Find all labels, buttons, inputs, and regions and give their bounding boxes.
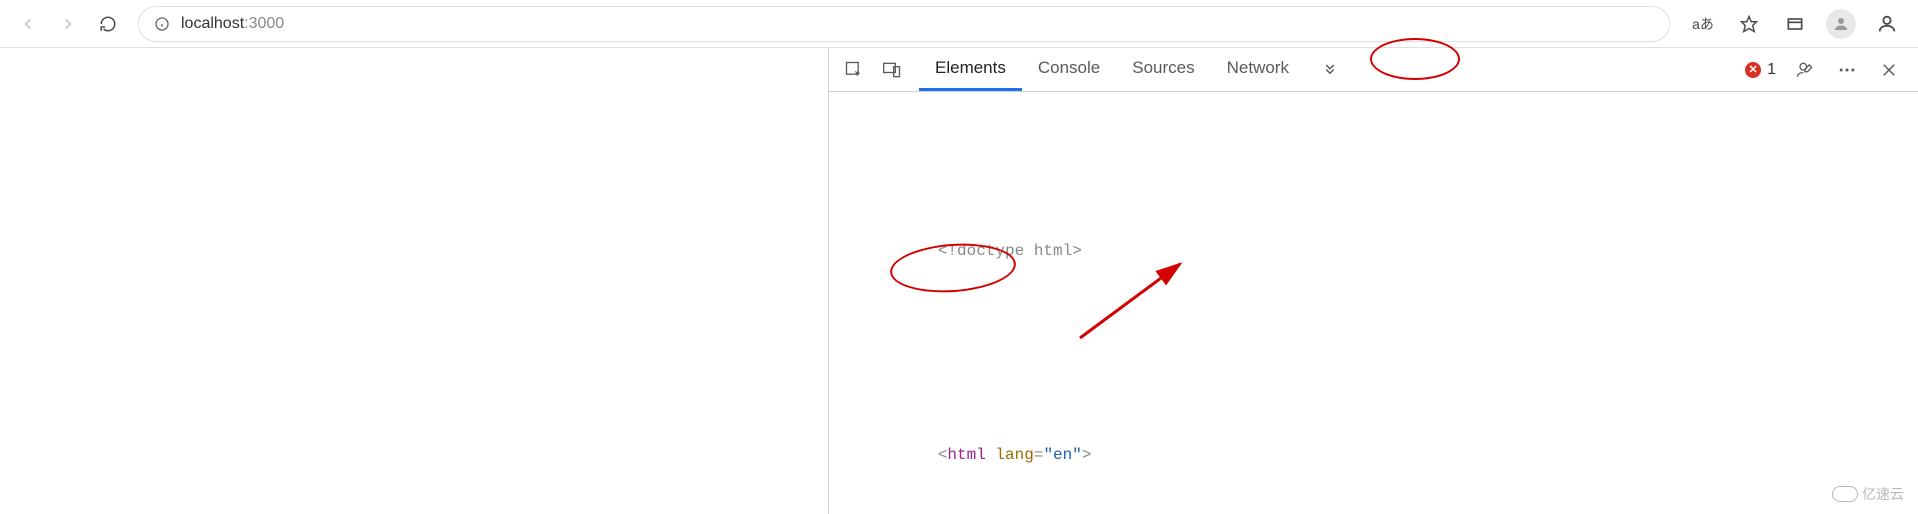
address-bar[interactable]: localhost:3000 (138, 6, 1670, 42)
forward-button[interactable] (48, 4, 88, 44)
profile-button[interactable] (1818, 4, 1864, 44)
address-text: localhost:3000 (181, 15, 284, 33)
inspect-element-icon[interactable] (835, 51, 873, 89)
watermark-text: 亿速云 (1862, 484, 1904, 504)
browser-toolbar: localhost:3000 aあ (0, 0, 1918, 48)
dom-doctype[interactable]: <!doctype html> (833, 200, 1918, 302)
person-icon[interactable] (1864, 4, 1910, 44)
tab-sources[interactable]: Sources (1116, 48, 1210, 91)
device-toggle-icon[interactable] (873, 51, 911, 89)
tab-console[interactable]: Console (1022, 48, 1116, 91)
elements-dom-tree[interactable]: <!doctype html> <html lang="en"> <head>…… (829, 92, 1918, 514)
devtools-tabs: Elements Console Sources Network (919, 48, 1355, 91)
watermark-icon (1832, 486, 1858, 502)
back-button[interactable] (8, 4, 48, 44)
site-info-icon[interactable] (153, 15, 171, 33)
error-count-indicator[interactable]: ✕ 1 (1739, 61, 1782, 79)
page-viewport[interactable] (0, 48, 828, 514)
devtools-header: Elements Console Sources Network ✕ 1 (829, 48, 1918, 92)
error-icon: ✕ (1745, 62, 1761, 78)
translate-icon[interactable]: aあ (1680, 4, 1726, 44)
url-host: localhost (181, 15, 244, 32)
tabs-overflow-icon[interactable] (1305, 48, 1355, 91)
feedback-icon[interactable] (1786, 51, 1824, 89)
watermark: 亿速云 (1832, 484, 1904, 504)
tab-elements[interactable]: Elements (919, 48, 1022, 91)
collections-icon[interactable] (1772, 4, 1818, 44)
toolbar-right: aあ (1680, 4, 1910, 44)
error-count: 1 (1767, 61, 1776, 79)
avatar-icon (1826, 9, 1856, 39)
close-devtools-icon[interactable] (1870, 51, 1908, 89)
favorites-add-icon[interactable] (1726, 4, 1772, 44)
refresh-button[interactable] (88, 4, 128, 44)
more-options-icon[interactable] (1828, 51, 1866, 89)
tab-network[interactable]: Network (1211, 48, 1305, 91)
devtools-panel: Elements Console Sources Network ✕ 1 (828, 48, 1918, 514)
url-port: :3000 (244, 15, 284, 32)
dom-html-open[interactable]: <html lang="en"> (833, 404, 1918, 506)
